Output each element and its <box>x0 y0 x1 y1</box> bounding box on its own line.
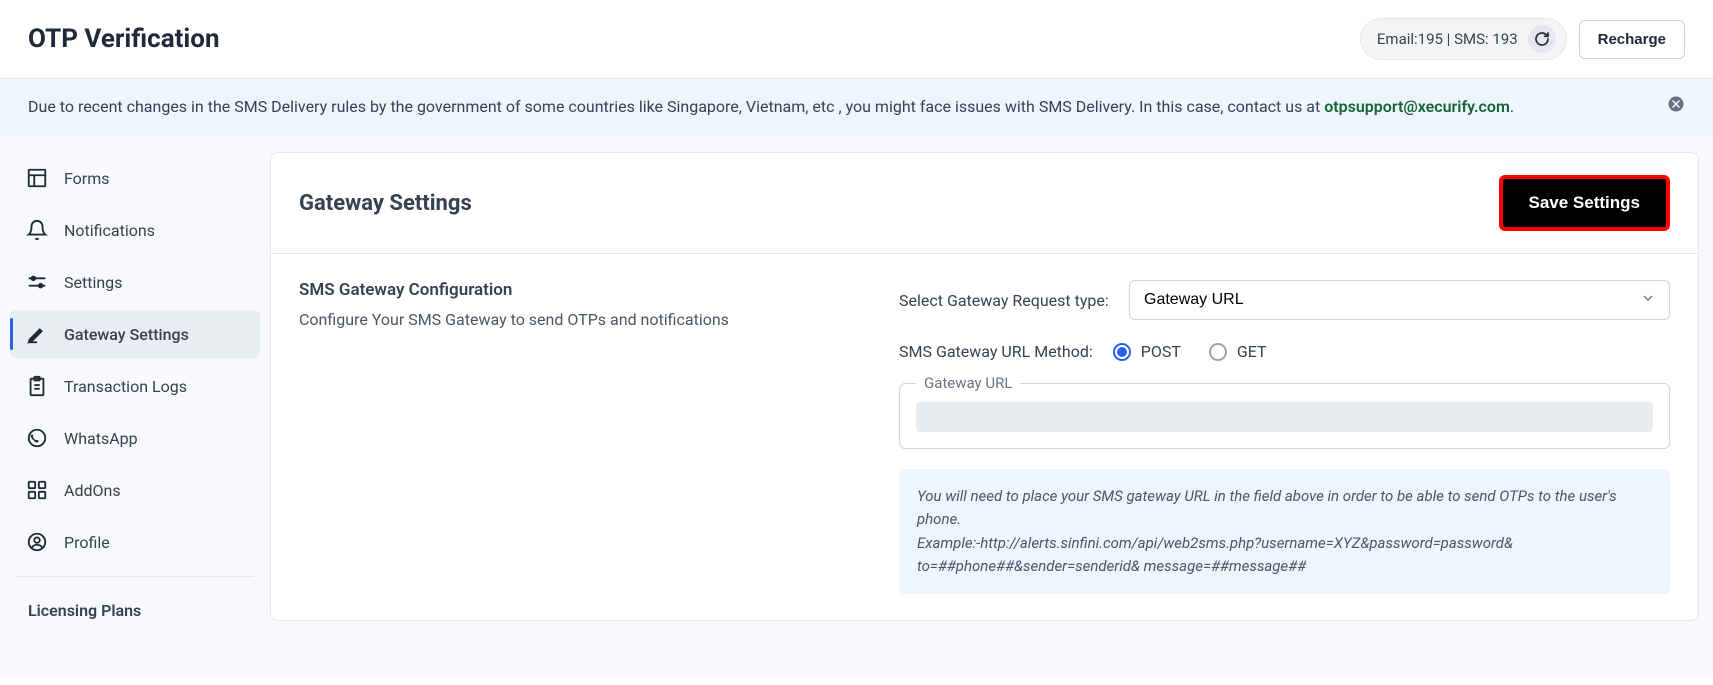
gateway-info-box: You will need to place your SMS gateway … <box>899 469 1670 594</box>
radio-icon <box>1209 343 1227 361</box>
radio-post[interactable]: POST <box>1113 342 1181 361</box>
alert-email-link[interactable]: otpsupport@xecurify.com <box>1324 97 1510 116</box>
main-content: Gateway Settings Save Settings SMS Gatew… <box>270 136 1713 676</box>
sidebar-item-label: Profile <box>64 533 110 552</box>
refresh-button[interactable] <box>1528 25 1556 53</box>
page-title: OTP Verification <box>28 24 220 54</box>
config-form: Select Gateway Request type: SMS Gateway… <box>899 280 1670 594</box>
sidebar-item-label: Gateway Settings <box>64 325 189 344</box>
sliders-icon <box>26 271 48 293</box>
whatsapp-icon <box>26 427 48 449</box>
radio-get[interactable]: GET <box>1209 342 1267 361</box>
save-settings-button[interactable]: Save Settings <box>1499 175 1671 231</box>
radio-icon <box>1113 343 1131 361</box>
request-type-select[interactable] <box>1129 280 1670 320</box>
sidebar-item-label: Settings <box>64 273 122 292</box>
config-desc: Configure Your SMS Gateway to send OTPs … <box>299 310 859 329</box>
gateway-url-input[interactable] <box>916 402 1653 432</box>
layout-icon <box>26 167 48 189</box>
alert-period: . <box>1510 97 1514 116</box>
config-description: SMS Gateway Configuration Configure Your… <box>299 280 859 594</box>
card-title: Gateway Settings <box>299 191 472 216</box>
credit-badge: Email:195 | SMS: 193 <box>1360 18 1567 60</box>
sidebar-item-label: Notifications <box>64 221 155 240</box>
sidebar-item-label: AddOns <box>64 481 121 500</box>
radio-post-label: POST <box>1141 342 1181 361</box>
method-row: SMS Gateway URL Method: POST GET <box>899 342 1670 361</box>
gateway-url-fieldset: Gateway URL <box>899 383 1670 449</box>
user-icon <box>26 531 48 553</box>
request-type-row: Select Gateway Request type: <box>899 280 1670 320</box>
grid-icon <box>26 479 48 501</box>
sidebar: Forms Notifications Settings Gateway Set… <box>0 136 270 676</box>
header: OTP Verification Email:195 | SMS: 193 Re… <box>0 0 1713 79</box>
sidebar-item-gateway-settings[interactable]: Gateway Settings <box>10 310 260 358</box>
recharge-button[interactable]: Recharge <box>1579 20 1685 59</box>
alert-text: Due to recent changes in the SMS Deliver… <box>28 97 1324 116</box>
request-type-label: Select Gateway Request type: <box>899 291 1109 310</box>
refresh-icon <box>1534 31 1550 47</box>
sidebar-item-forms[interactable]: Forms <box>10 154 260 202</box>
method-label: SMS Gateway URL Method: <box>899 342 1093 361</box>
sidebar-item-transaction-logs[interactable]: Transaction Logs <box>10 362 260 410</box>
close-icon <box>1667 95 1685 113</box>
body-wrap: Forms Notifications Settings Gateway Set… <box>0 136 1713 676</box>
sidebar-item-notifications[interactable]: Notifications <box>10 206 260 254</box>
info-line-2: Example:-http://alerts.sinfini.com/api/w… <box>917 532 1652 579</box>
card-body: SMS Gateway Configuration Configure Your… <box>271 254 1698 620</box>
request-type-select-wrap <box>1129 280 1670 320</box>
sidebar-item-label: Forms <box>64 169 110 188</box>
sidebar-item-profile[interactable]: Profile <box>10 518 260 566</box>
sidebar-item-settings[interactable]: Settings <box>10 258 260 306</box>
info-line-1: You will need to place your SMS gateway … <box>917 485 1652 532</box>
radio-get-label: GET <box>1237 342 1267 361</box>
alert-content: Due to recent changes in the SMS Deliver… <box>28 95 1514 119</box>
config-subtitle: SMS Gateway Configuration <box>299 280 859 300</box>
header-actions: Email:195 | SMS: 193 Recharge <box>1360 18 1685 60</box>
pen-icon <box>26 323 48 345</box>
credit-text: Email:195 | SMS: 193 <box>1377 30 1518 48</box>
gateway-url-legend: Gateway URL <box>916 374 1020 392</box>
sidebar-item-label: WhatsApp <box>64 429 138 448</box>
settings-card: Gateway Settings Save Settings SMS Gatew… <box>270 152 1699 621</box>
card-header: Gateway Settings Save Settings <box>271 153 1698 254</box>
clipboard-icon <box>26 375 48 397</box>
sidebar-item-whatsapp[interactable]: WhatsApp <box>10 414 260 462</box>
sidebar-item-licensing-plans[interactable]: Licensing Plans <box>10 587 260 634</box>
sidebar-divider <box>16 576 254 577</box>
sidebar-item-label: Transaction Logs <box>64 377 187 396</box>
alert-banner: Due to recent changes in the SMS Deliver… <box>0 79 1713 136</box>
bell-icon <box>26 219 48 241</box>
method-radio-group: POST GET <box>1113 342 1267 361</box>
sidebar-item-addons[interactable]: AddOns <box>10 466 260 514</box>
alert-close-button[interactable] <box>1667 95 1685 120</box>
